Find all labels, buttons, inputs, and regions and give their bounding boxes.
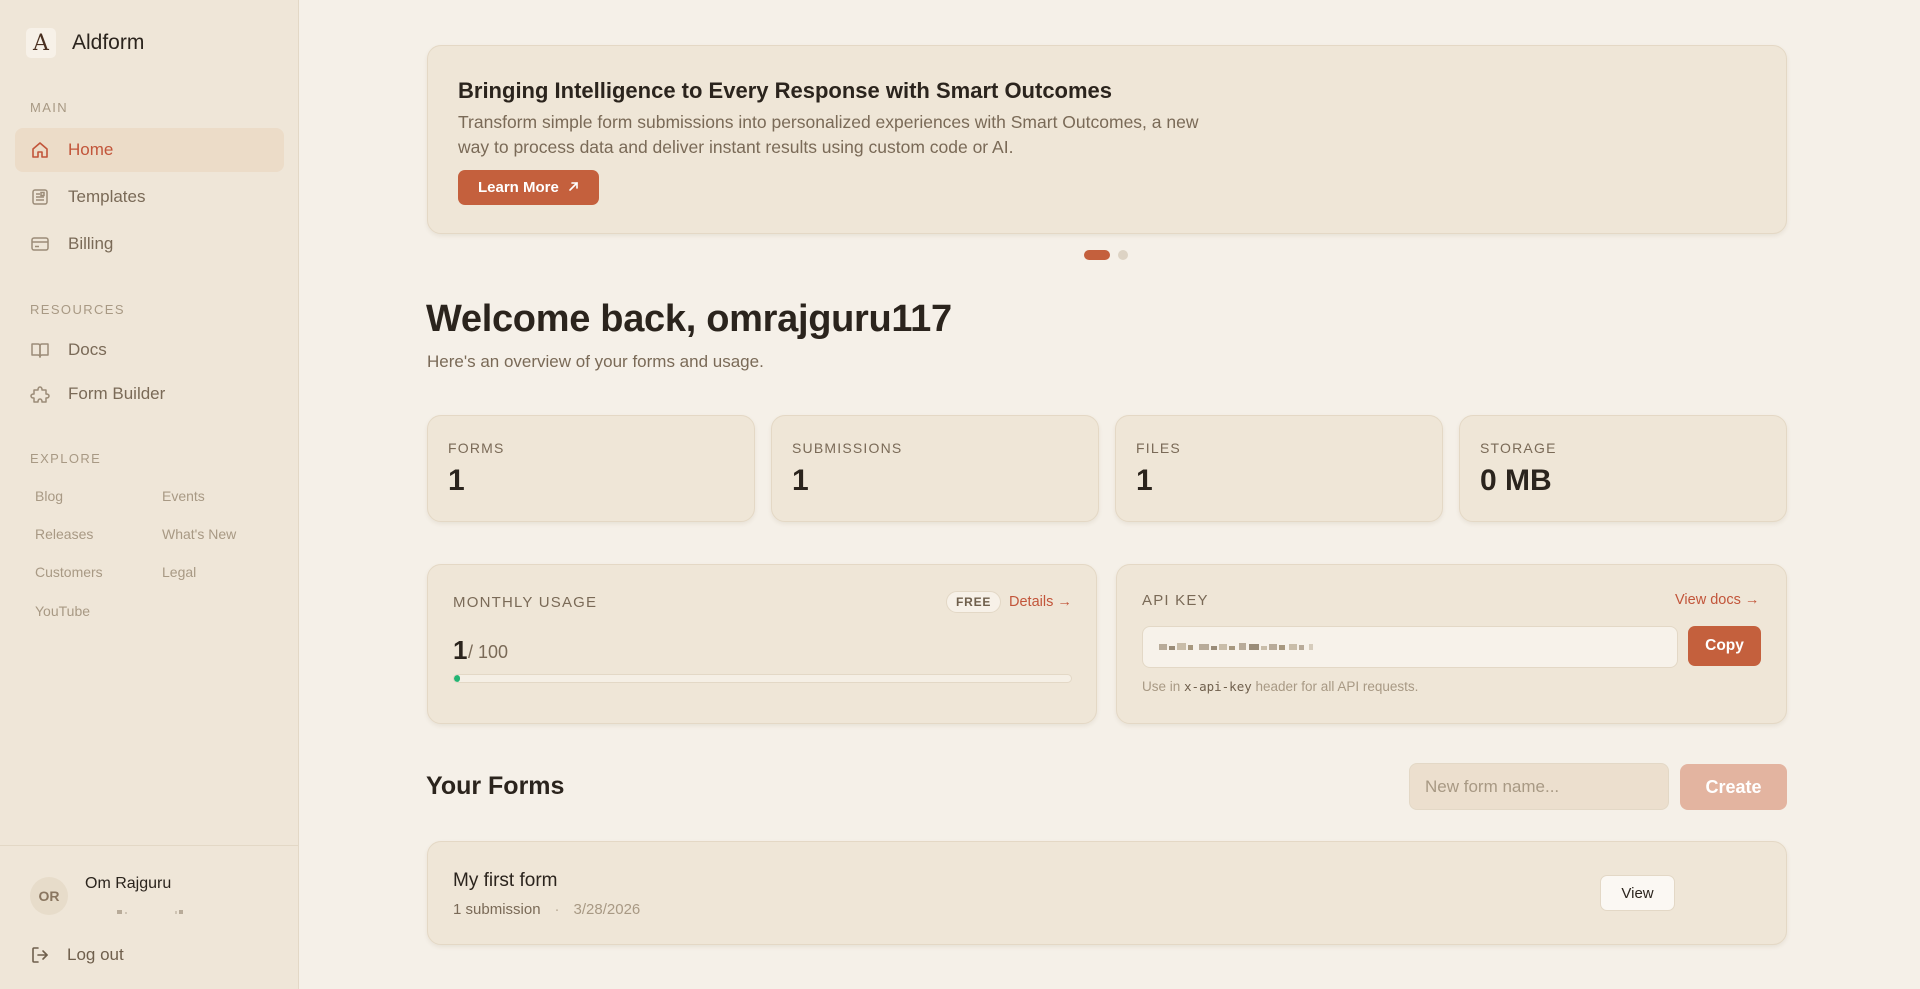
sidebar-item-label: Templates — [68, 187, 146, 206]
brand[interactable]: A Aldform — [26, 28, 144, 58]
explore-link-legal[interactable]: Legal — [162, 564, 196, 580]
stat-card-forms: FORMS 1 — [427, 415, 755, 522]
explore-link-blog[interactable]: Blog — [35, 488, 63, 504]
api-key-label: API KEY — [1142, 592, 1209, 609]
book-icon — [30, 340, 50, 360]
usage-progress-fill — [454, 675, 461, 682]
hint-text-after: header for all API requests. — [1251, 679, 1419, 694]
usage-progress-bar — [453, 674, 1072, 683]
section-label-resources: RESOURCES — [30, 302, 125, 317]
usage-limit: / 100 — [468, 642, 509, 662]
stat-value: 1 — [792, 464, 809, 497]
announcement-banner: Bringing Intelligence to Every Response … — [427, 45, 1787, 234]
stat-card-submissions: SUBMISSIONS 1 — [771, 415, 1099, 522]
sidebar-item-home[interactable]: Home — [15, 128, 284, 172]
view-docs-link[interactable]: View docs → — [1675, 592, 1759, 608]
logout-button[interactable]: Log out — [30, 945, 124, 965]
redacted-api-key — [1159, 643, 1313, 650]
app-logo: A — [26, 28, 56, 58]
logout-icon — [30, 945, 50, 965]
explore-link-youtube[interactable]: YouTube — [35, 603, 90, 619]
hint-text-before: Use in — [1142, 679, 1185, 694]
banner-title: Bringing Intelligence to Every Response … — [458, 78, 1113, 103]
sidebar-divider — [0, 845, 299, 846]
form-meta: 1 submission · 3/28/2026 — [453, 901, 640, 918]
explore-link-events[interactable]: Events — [162, 488, 205, 504]
logout-label: Log out — [67, 945, 124, 964]
billing-icon — [30, 234, 50, 254]
section-label-main: MAIN — [30, 100, 69, 115]
page-title: Welcome back, omrajguru117 — [426, 298, 952, 340]
plan-badge: FREE — [946, 591, 1002, 613]
stat-label: FORMS — [448, 440, 505, 456]
usage-label: MONTHLY USAGE — [453, 594, 598, 611]
sidebar-item-label: Docs — [68, 340, 107, 359]
learn-more-label: Learn More — [478, 179, 559, 196]
usage-details-link[interactable]: Details → — [1009, 594, 1072, 610]
form-submission-count: 1 submission — [453, 901, 541, 918]
stat-label: SUBMISSIONS — [792, 440, 903, 456]
arrow-up-right-icon — [568, 180, 579, 195]
puzzle-icon — [30, 384, 50, 404]
templates-icon — [30, 187, 50, 207]
form-list-item[interactable]: My first form 1 submission · 3/28/2026 V… — [427, 841, 1787, 945]
sidebar-item-label: Home — [68, 140, 114, 159]
sidebar-item-form-builder[interactable]: Form Builder — [15, 372, 284, 416]
form-date: 3/28/2026 — [573, 901, 641, 918]
sidebar: A Aldform MAIN Home Templates Billing RE… — [0, 0, 299, 989]
page-subtitle: Here's an overview of your forms and usa… — [427, 352, 764, 371]
stat-value: 1 — [448, 464, 465, 497]
stat-label: STORAGE — [1480, 440, 1557, 456]
create-form-button[interactable]: Create — [1680, 764, 1787, 810]
explore-link-releases[interactable]: Releases — [35, 526, 93, 542]
section-label-explore: EXPLORE — [30, 451, 102, 466]
home-icon — [30, 140, 50, 160]
copy-api-key-button[interactable]: Copy — [1688, 626, 1761, 666]
app-name: Aldform — [72, 31, 145, 54]
api-key-card: API KEY View docs → Copy Use in x-api-ke… — [1116, 564, 1787, 724]
sidebar-item-billing[interactable]: Billing — [15, 222, 284, 266]
stat-value: 0 MB — [1480, 464, 1552, 497]
forms-section-title: Your Forms — [426, 772, 565, 800]
hint-header-name: x-api-key — [1184, 679, 1252, 694]
sidebar-item-templates[interactable]: Templates — [15, 175, 284, 219]
new-form-name-input[interactable] — [1409, 763, 1669, 810]
explore-link-whats-new[interactable]: What's New — [162, 526, 236, 542]
stat-label: FILES — [1136, 440, 1181, 456]
explore-link-customers[interactable]: Customers — [35, 564, 103, 580]
user-name: Om Rajguru — [85, 875, 172, 892]
stat-card-storage: STORAGE 0 MB — [1459, 415, 1787, 522]
redacted-user-email — [117, 910, 183, 914]
stat-value: 1 — [1136, 464, 1153, 497]
avatar[interactable]: OR — [30, 877, 68, 915]
api-key-field[interactable] — [1142, 626, 1678, 668]
carousel-dot-1[interactable] — [1084, 250, 1110, 260]
usage-count: 1 — [453, 635, 468, 665]
sidebar-item-docs[interactable]: Docs — [15, 328, 284, 372]
sidebar-item-label: Form Builder — [68, 384, 166, 403]
form-name[interactable]: My first form — [453, 870, 558, 892]
carousel-dot-2[interactable] — [1118, 250, 1128, 260]
learn-more-button[interactable]: Learn More — [458, 170, 599, 205]
view-form-button[interactable]: View — [1600, 875, 1675, 911]
api-key-hint: Use in x-api-key header for all API requ… — [1142, 679, 1418, 694]
banner-text: Transform simple form submissions into p… — [458, 112, 1199, 157]
stat-card-files: FILES 1 — [1115, 415, 1443, 522]
meta-separator: · — [554, 901, 560, 918]
monthly-usage-card: MONTHLY USAGE FREE Details → 1 / 100 — [427, 564, 1097, 724]
sidebar-item-label: Billing — [68, 234, 114, 253]
